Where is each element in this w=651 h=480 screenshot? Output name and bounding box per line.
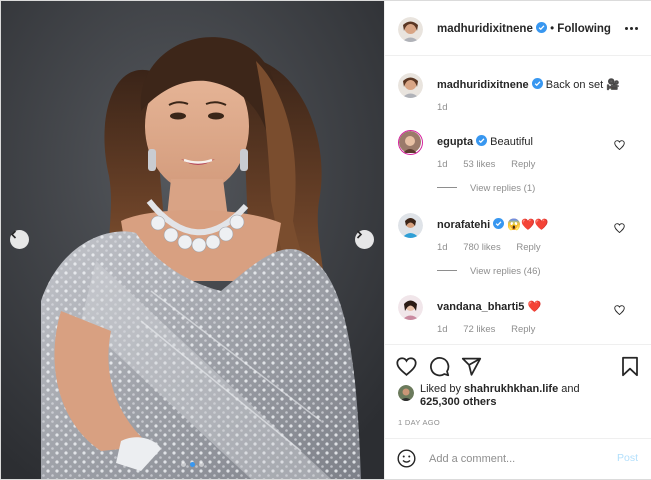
carousel-dot — [199, 462, 204, 467]
author-avatar[interactable] — [398, 73, 423, 98]
emoji-icon[interactable] — [397, 449, 416, 468]
header-separator: • — [550, 23, 555, 35]
bookmark-icon[interactable] — [621, 356, 639, 377]
comment-likes[interactable]: 53 likes — [463, 159, 495, 170]
verified-icon — [493, 218, 505, 229]
view-replies-label: View replies (1) — [470, 183, 536, 194]
reply-button[interactable]: Reply — [516, 242, 540, 253]
view-replies-button[interactable]: View replies (46) — [437, 266, 541, 277]
comment-text: Beautiful — [490, 136, 533, 148]
verified-icon — [531, 78, 543, 89]
caption-username[interactable]: madhuridixitnene — [437, 79, 529, 91]
caption-text: Back on set — [545, 79, 604, 91]
carousel-indicator — [1, 462, 384, 467]
comment-text: ❤️ — [527, 301, 542, 313]
liked-by-and: and — [561, 383, 580, 395]
carousel-dot-active — [190, 462, 195, 467]
author-username[interactable]: madhuridixitnene — [437, 23, 533, 35]
comment-text: 😱❤️❤️ — [507, 219, 549, 231]
heart-icon[interactable] — [614, 305, 625, 315]
liker-username[interactable]: shahrukhkhan.life — [464, 383, 558, 395]
reply-button[interactable]: Reply — [511, 324, 535, 335]
carousel-dot — [181, 462, 186, 467]
comments-list[interactable]: madhuridixitnene Back on set 🎥 1d egupta… — [385, 57, 651, 344]
view-replies-button[interactable]: View replies (1) — [437, 183, 535, 194]
comment-username[interactable]: egupta — [437, 136, 473, 148]
comment-username[interactable]: norafatehi — [437, 219, 490, 231]
portrait-photo — [1, 1, 384, 479]
more-icon — [625, 27, 628, 30]
next-photo-button[interactable] — [355, 230, 374, 249]
post-side-panel: madhuridixitnene • Following madhuridixi… — [384, 1, 651, 479]
comment-likes[interactable]: 780 likes — [463, 242, 501, 253]
commenter-avatar[interactable] — [398, 295, 423, 320]
commenter-avatar[interactable] — [398, 130, 423, 155]
heart-icon[interactable] — [614, 140, 625, 150]
post-comment-button[interactable]: Post — [617, 452, 638, 464]
others-count[interactable]: 625,300 others — [420, 396, 496, 408]
comment-input[interactable] — [429, 450, 599, 468]
comment-age: 1d — [437, 324, 448, 335]
add-comment-bar: Post — [385, 438, 651, 479]
share-icon[interactable] — [461, 356, 482, 377]
more-options-button[interactable] — [625, 27, 638, 30]
caption-age: 1d — [437, 102, 448, 113]
following-button[interactable]: Following — [557, 23, 611, 35]
comment-age: 1d — [437, 242, 448, 253]
post-header: madhuridixitnene • Following — [385, 1, 651, 56]
chevron-right-icon — [356, 230, 363, 239]
post-media[interactable] — [1, 1, 384, 479]
author-avatar[interactable] — [398, 17, 423, 42]
liker-avatar[interactable] — [398, 385, 414, 401]
previous-photo-button[interactable] — [10, 230, 29, 249]
comment-icon[interactable] — [429, 356, 450, 377]
reply-button[interactable]: Reply — [511, 159, 535, 170]
post-timestamp[interactable]: 1 DAY AGO — [398, 418, 440, 427]
comment-username[interactable]: vandana_bharti5 — [437, 301, 524, 313]
heart-icon[interactable] — [396, 356, 417, 377]
heart-icon[interactable] — [614, 223, 625, 233]
post-dialog: madhuridixitnene • Following madhuridixi… — [0, 0, 651, 480]
chevron-left-icon — [10, 230, 17, 239]
verified-icon — [476, 135, 488, 146]
post-actions: Liked by shahrukhkhan.life and 625,300 o… — [385, 344, 651, 439]
verified-icon — [535, 22, 547, 33]
liked-by-prefix: Liked by — [420, 383, 461, 395]
comment-age: 1d — [437, 159, 448, 170]
comment-likes[interactable]: 72 likes — [463, 324, 495, 335]
caption-emoji: 🎥 — [606, 79, 620, 91]
view-replies-label: View replies (46) — [470, 266, 541, 277]
commenter-avatar[interactable] — [398, 213, 423, 238]
